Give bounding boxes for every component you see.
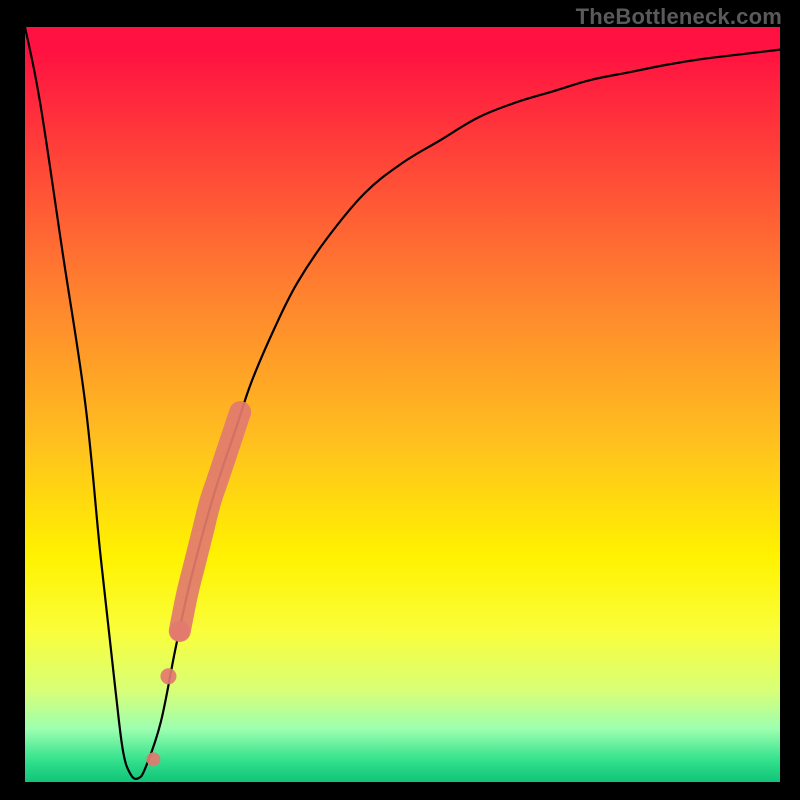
marker-dot (160, 668, 176, 684)
marker-dot (170, 621, 190, 641)
plot-svg (0, 0, 800, 800)
marker-dot (146, 752, 160, 766)
watermark-label: TheBottleneck.com (576, 4, 782, 30)
chart-stage: TheBottleneck.com (0, 0, 800, 800)
plot-background (25, 27, 780, 782)
